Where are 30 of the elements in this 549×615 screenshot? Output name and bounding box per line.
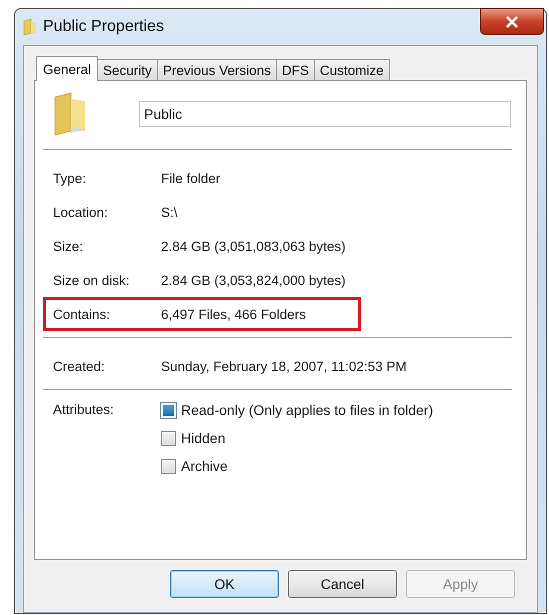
- name-field[interactable]: Public: [139, 101, 511, 127]
- checkbox[interactable]: [161, 430, 176, 446]
- property-value: 2.84 GB (3,051,083,063 bytes): [161, 238, 346, 254]
- checkbox-option[interactable]: Read-only (Only applies to files in folder): [161, 402, 434, 418]
- property-value: 2.84 GB (3,053,824,000 bytes): [161, 272, 346, 288]
- property-label: Location:: [53, 204, 109, 220]
- property-label: Created:: [53, 358, 106, 374]
- close-button[interactable]: [480, 8, 544, 35]
- close-icon: [505, 16, 519, 28]
- tab[interactable]: Customize: [314, 59, 390, 80]
- tab[interactable]: DFS: [276, 59, 315, 80]
- property-value: S:\: [161, 204, 178, 220]
- checkbox-option[interactable]: Archive: [161, 458, 434, 474]
- property-value: 6,497 Files, 466 Folders: [161, 306, 306, 322]
- folder-icon: [23, 18, 37, 36]
- tab[interactable]: Previous Versions: [156, 59, 277, 80]
- attributes-label: Attributes:: [53, 402, 115, 419]
- window-title: Public Properties: [43, 18, 164, 36]
- checkbox-option[interactable]: Hidden: [161, 430, 434, 446]
- dialog-button[interactable]: Cancel: [288, 570, 397, 598]
- property-value: File folder: [161, 170, 220, 186]
- property-label: Contains:: [53, 306, 112, 322]
- tab[interactable]: Security: [97, 59, 158, 80]
- checkbox[interactable]: [161, 458, 176, 474]
- property-label: Size:: [53, 238, 84, 254]
- property-label: Type:: [53, 170, 88, 186]
- property-value: Sunday, February 18, 2007, 11:02:53 PM: [161, 358, 407, 374]
- dialog-button[interactable]: OK: [170, 570, 279, 598]
- tab[interactable]: General: [36, 56, 98, 81]
- property-label: Size on disk:: [53, 272, 131, 288]
